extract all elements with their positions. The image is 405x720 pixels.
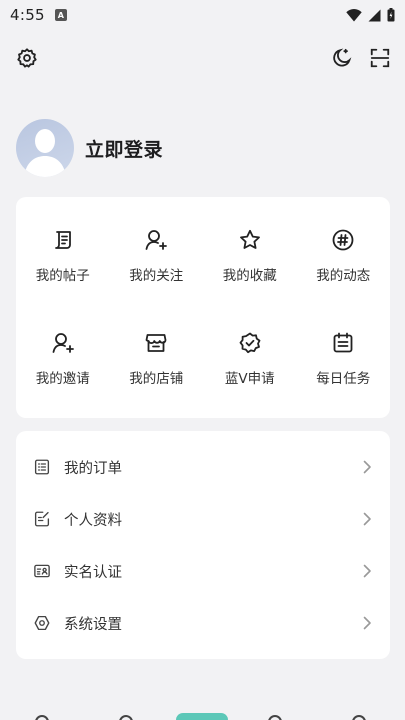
grid-label: 每日任务 [316, 370, 371, 387]
status-bar: 4:55 A [0, 0, 405, 30]
list-item-label: 我的订单 [64, 460, 122, 477]
list-item-orders[interactable]: 我的订单 [16, 441, 390, 493]
grid-item-store[interactable]: 我的店铺 [110, 308, 204, 411]
signal-icon [368, 9, 381, 21]
calendar-icon [333, 332, 353, 353]
chevron-right-icon [363, 616, 371, 630]
default-avatar-icon [24, 129, 66, 177]
grid-label: 蓝V申请 [224, 370, 275, 387]
battery-icon [387, 8, 395, 22]
scan-icon [370, 48, 390, 68]
moon-icon [333, 48, 352, 67]
list-item-real-name[interactable]: 实名认证 [16, 545, 390, 597]
profile-login[interactable]: 立即登录 [16, 118, 163, 178]
grid-item-favorites[interactable]: 我的收藏 [203, 205, 297, 308]
id-card-icon [32, 561, 52, 581]
bottom-nav-discover-icon[interactable] [119, 715, 133, 720]
grid-label: 我的动态 [316, 268, 371, 285]
menu-list-card: 我的订单 个人资料 实名认证 系统设置 [16, 431, 390, 659]
chevron-right-icon [363, 460, 371, 474]
wifi-icon [346, 8, 362, 21]
star-icon [239, 230, 260, 250]
list-item-system-settings[interactable]: 系统设置 [16, 597, 390, 649]
list-item-label: 实名认证 [64, 564, 122, 581]
avatar[interactable] [16, 119, 74, 177]
gear-icon [17, 48, 37, 68]
night-mode-button[interactable] [328, 44, 356, 72]
user-add-icon [52, 332, 74, 353]
verified-badge-icon [239, 332, 261, 353]
login-label[interactable]: 立即登录 [85, 135, 163, 162]
list-item-label: 个人资料 [64, 512, 122, 529]
settings-button[interactable] [13, 44, 41, 72]
user-add-icon [145, 230, 168, 251]
scan-button[interactable] [366, 44, 394, 72]
list-item-label: 系统设置 [64, 616, 122, 633]
grid-item-invites[interactable]: 我的邀请 [16, 308, 110, 411]
chevron-right-icon [363, 512, 371, 526]
feature-grid-card: 我的帖子 我的关注 我的收藏 我的动态 我的邀请 我的店铺 蓝V申请 每日任务 [16, 197, 390, 418]
grid-item-following[interactable]: 我的关注 [110, 205, 204, 308]
grid-label: 我的收藏 [222, 268, 277, 285]
notification-icon: A [54, 9, 67, 21]
order-list-icon [32, 457, 52, 477]
bottom-nav-center-button[interactable] [176, 713, 228, 720]
hexagon-settings-icon [32, 613, 52, 633]
status-time: 4:55 [10, 6, 45, 24]
bottom-nav-home-icon[interactable] [35, 715, 49, 720]
edit-profile-icon [32, 509, 52, 529]
status-indicators [346, 8, 395, 22]
grid-item-posts[interactable]: 我的帖子 [16, 205, 110, 308]
grid-item-moments[interactable]: 我的动态 [297, 205, 391, 308]
grid-label: 我的关注 [129, 268, 184, 285]
top-action-bar [0, 44, 405, 72]
hashtag-icon [332, 229, 354, 251]
post-icon [54, 231, 71, 250]
grid-label: 我的店铺 [129, 370, 184, 387]
chevron-right-icon [363, 564, 371, 578]
grid-label: 我的帖子 [35, 268, 90, 285]
bottom-nav-message-icon[interactable] [268, 715, 282, 720]
bottom-nav-mine-icon[interactable] [352, 715, 366, 720]
grid-label: 我的邀请 [35, 370, 90, 387]
grid-item-daily-tasks[interactable]: 每日任务 [297, 308, 391, 411]
list-item-profile[interactable]: 个人资料 [16, 493, 390, 545]
store-icon [145, 333, 167, 352]
grid-item-blue-v[interactable]: 蓝V申请 [203, 308, 297, 411]
